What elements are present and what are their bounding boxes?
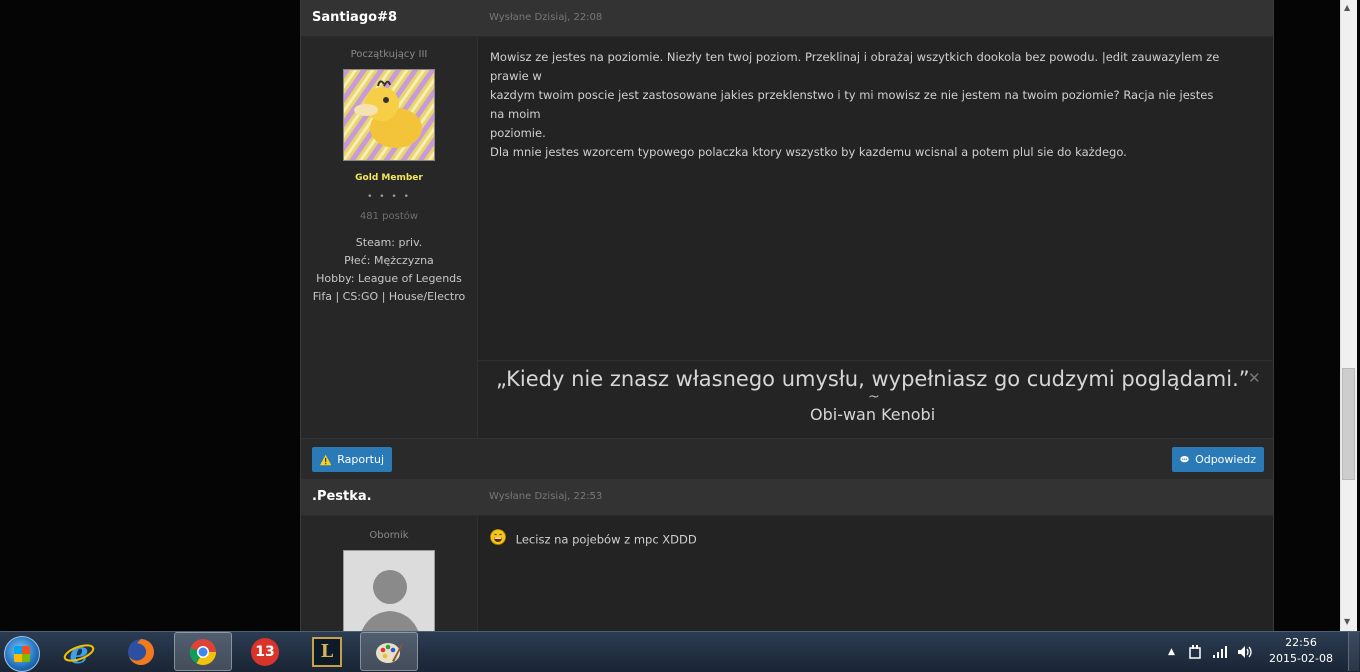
app-13-taskbar-button[interactable]: 13 [236,632,294,671]
show-desktop-button[interactable] [1348,632,1359,671]
svg-text:e: e [69,636,88,668]
network-tray-button[interactable] [1212,632,1228,671]
paint-icon [376,642,403,663]
report-button[interactable]: Raportuj [312,447,392,472]
post-line: Mowisz ze jestes na poziomie. Niezły ten… [490,50,1220,83]
laughing-emoji-icon [490,529,506,551]
post-body: Lecisz na pojebów z mpc XDDD [490,529,1230,551]
app-13-icon: 13 [251,637,279,666]
tray-arrow-icon: ▲ [1168,646,1175,657]
chrome-taskbar-button[interactable] [174,632,232,671]
post-timestamp: Wysłane Dzisiaj, 22:53 [489,491,603,502]
member-rank: Obornik [369,530,409,541]
signature-author: Obi-wan Kenobi [810,405,936,424]
windows-taskbar: e 13 L ▲ 22:56 2015-02-08 [0,631,1360,672]
scroll-up-arrow-icon[interactable]: ▲ [1344,3,1350,12]
scrollbar-thumb[interactable] [1342,368,1355,480]
scroll-down-arrow-icon[interactable]: ▼ [1344,617,1350,626]
post-line: poziomie. [490,126,546,140]
post-header: Santiago#8 Wysłane Dzisiaj, 22:08 [301,0,1273,37]
volume-tray-button[interactable] [1237,632,1253,671]
show-hidden-icons-button[interactable]: ▲ [1168,632,1175,671]
custom-field-hobby: Hobby: League of Legends [316,272,462,285]
custom-field-hobby-cont: Fifa | CS:GO | House/Electro [312,290,466,303]
post-footer: Raportuj Odpowiedz [301,438,1273,479]
post-header: .Pestka. Wysłane Dzisiaj, 22:53 [301,479,1273,516]
custom-field-gender: Płeć: Mężczyzna [344,254,434,267]
author-sidebar: Początkujący III Gold Member • • • • 481… [301,37,478,438]
custom-field-steam: Steam: priv. [355,236,423,249]
firefox-taskbar-button[interactable] [112,632,170,671]
signature-tilde: ~ [868,389,880,405]
signal-bars-icon [1213,645,1227,658]
default-avatar-icon [344,551,434,631]
post-line: Lecisz na pojebów z mpc XDDD [515,532,697,547]
speaker-icon [1238,645,1252,658]
league-of-legends-taskbar-button[interactable]: L [298,632,356,671]
power-plug-icon [1189,644,1201,659]
forum-thread: Santiago#8 Wysłane Dzisiaj, 22:08 Począt… [300,0,1274,631]
author-sidebar: Obornik [301,516,478,631]
post-signature: „Kiedy nie znasz własnego umysłu, wypełn… [478,360,1273,438]
reply-button-label: Odpowiedz [1195,453,1256,466]
psyduck-avatar-image [344,70,434,160]
signature-close-icon[interactable]: ✕ [1248,369,1261,387]
chrome-icon [189,638,217,665]
start-button[interactable] [4,636,40,672]
lol-label: L [320,641,334,662]
power-tray-button[interactable] [1188,632,1202,671]
app-13-label: 13 [255,643,275,660]
avatar[interactable] [343,550,435,631]
post-body: Mowisz ze jestes na poziomie. Niezły ten… [490,48,1230,162]
reply-button[interactable]: Odpowiedz [1172,447,1264,472]
post-line: Dla mnie jestes wzorcem typowego polaczk… [490,145,1127,159]
clock-time: 22:56 [1285,636,1317,649]
report-button-label: Raportuj [337,453,384,466]
speech-bubble-icon [1180,456,1189,463]
internet-explorer-taskbar-button[interactable]: e [50,632,108,671]
post-count: 481 postów [359,211,419,222]
paint-taskbar-button[interactable] [360,632,418,671]
post-timestamp: Wysłane Dzisiaj, 22:08 [489,12,603,23]
firefox-icon [128,638,154,665]
member-rank: Początkujący III [350,49,428,60]
league-of-legends-icon: L [312,636,342,667]
signature-quote: „Kiedy nie znasz własnego umysłu, wypełn… [496,367,1250,391]
page-scrollbar[interactable]: ▲ ▼ [1340,0,1357,631]
post-author-link[interactable]: Santiago#8 [312,10,397,25]
custom-fields: Steam: priv. Płeć: Mężczyzna Hobby: Leag… [301,234,477,306]
avatar[interactable] [343,69,435,161]
clock-date: 2015-02-08 [1269,652,1333,665]
post-author-link[interactable]: .Pestka. [312,489,372,504]
warning-icon [320,454,332,465]
system-clock[interactable]: 22:56 2015-02-08 [1266,635,1336,667]
member-group: Gold Member [355,173,423,183]
internet-explorer-icon: e [63,636,95,668]
rank-pips: • • • • [367,192,411,202]
post-line: kazdym twoim poscie jest zastosowane jak… [490,88,1214,121]
